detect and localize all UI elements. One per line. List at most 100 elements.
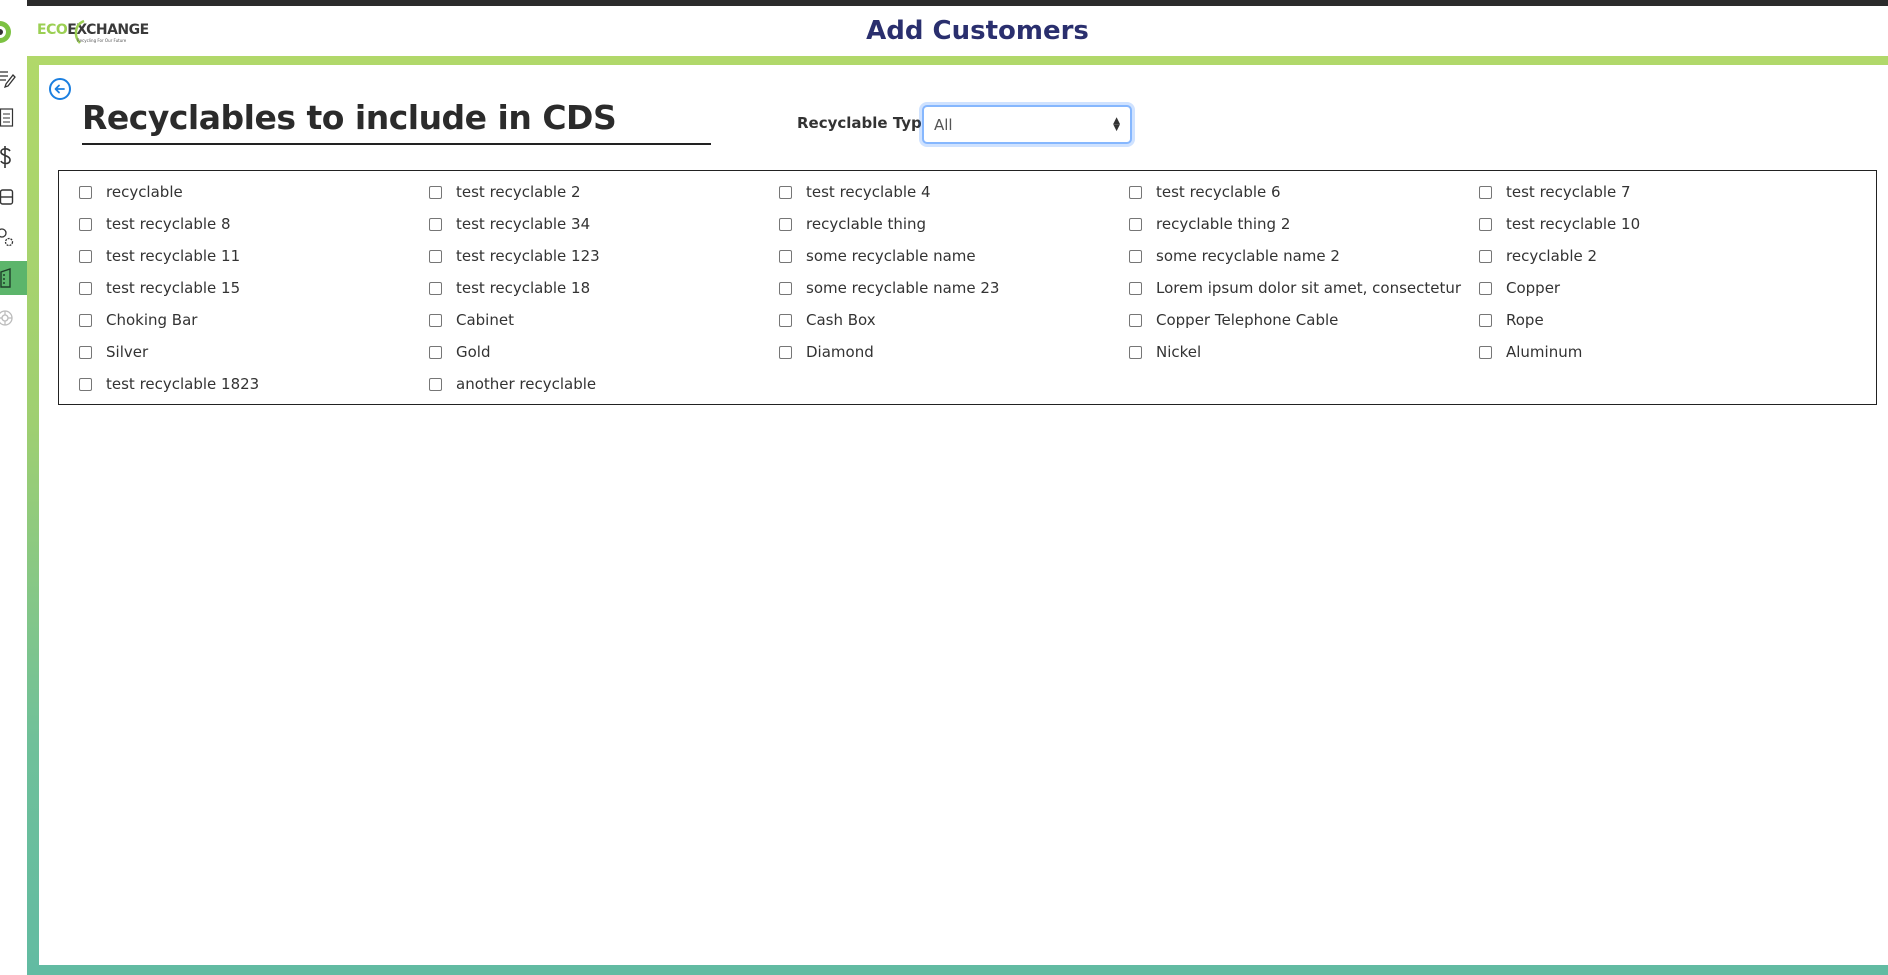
recyclable-checkbox[interactable] xyxy=(79,345,92,359)
recyclable-label: some recyclable name xyxy=(806,247,976,265)
recyclable-checkbox[interactable] xyxy=(79,249,92,263)
recyclable-label: Cabinet xyxy=(456,311,514,329)
recyclable-checkbox[interactable] xyxy=(1479,249,1492,263)
recyclable-checkbox[interactable] xyxy=(79,313,92,327)
recyclable-checkbox[interactable] xyxy=(1479,313,1492,327)
recyclable-label: test recyclable 1823 xyxy=(106,375,260,393)
recyclable-checkbox[interactable] xyxy=(429,249,442,263)
recyclable-checkbox[interactable] xyxy=(779,345,792,359)
recyclable-item[interactable]: some recyclable name 2 xyxy=(1129,246,1340,266)
recyclable-checkbox[interactable] xyxy=(429,185,442,199)
recyclable-label: Cash Box xyxy=(806,311,876,329)
recyclable-label: test recyclable 34 xyxy=(456,215,591,233)
recyclable-item[interactable]: recyclable thing xyxy=(779,214,926,234)
section-title: Recyclables to include in CDS xyxy=(82,98,711,145)
dollar-icon[interactable] xyxy=(0,141,27,173)
recyclable-label: test recyclable 4 xyxy=(806,183,931,201)
recyclable-item[interactable]: Silver xyxy=(79,342,148,362)
recyclable-checkbox[interactable] xyxy=(1479,281,1492,295)
recyclable-checkbox[interactable] xyxy=(779,185,792,199)
recyclable-label: Rope xyxy=(1506,311,1544,329)
recyclable-label: Gold xyxy=(456,343,491,361)
recyclable-item[interactable]: Aluminum xyxy=(1479,342,1582,362)
recyclable-checkbox[interactable] xyxy=(1479,345,1492,359)
recyclable-checkbox[interactable] xyxy=(1129,313,1142,327)
recyclable-label: test recyclable 6 xyxy=(1156,183,1281,201)
recyclable-item[interactable]: test recyclable 15 xyxy=(79,278,240,298)
recyclable-label: test recyclable 2 xyxy=(456,183,581,201)
recyclable-checkbox[interactable] xyxy=(429,377,442,391)
recyclable-label: Diamond xyxy=(806,343,874,361)
recyclable-item[interactable]: Copper Telephone Cable xyxy=(1129,310,1338,330)
document-list-icon[interactable] xyxy=(0,102,27,134)
recyclable-checkbox[interactable] xyxy=(79,185,92,199)
recyclable-item[interactable]: test recyclable 10 xyxy=(1479,214,1640,234)
building-icon[interactable] xyxy=(0,261,27,295)
recyclable-checkbox[interactable] xyxy=(429,217,442,231)
recyclable-item[interactable]: Gold xyxy=(429,342,491,362)
recyclable-checkbox[interactable] xyxy=(429,281,442,295)
recyclable-item[interactable]: some recyclable name 23 xyxy=(779,278,999,298)
recyclable-item[interactable]: Choking Bar xyxy=(79,310,197,330)
recyclable-item[interactable]: test recyclable 1823 xyxy=(79,374,259,394)
recyclable-label: test recyclable 123 xyxy=(456,247,600,265)
edit-list-icon[interactable] xyxy=(0,62,27,94)
recyclable-item[interactable]: test recyclable 11 xyxy=(79,246,240,266)
recyclable-checkbox[interactable] xyxy=(779,281,792,295)
recyclable-item[interactable]: test recyclable 123 xyxy=(429,246,600,266)
recyclable-checkbox[interactable] xyxy=(79,217,92,231)
recyclable-item[interactable]: test recyclable 6 xyxy=(1129,182,1281,202)
recyclable-item[interactable]: test recyclable 8 xyxy=(79,214,231,234)
recyclable-checkbox[interactable] xyxy=(429,313,442,327)
recyclable-item[interactable]: test recyclable 2 xyxy=(429,182,581,202)
recyclable-item[interactable]: another recyclable xyxy=(429,374,596,394)
gears-icon[interactable] xyxy=(0,221,27,253)
recyclable-checkbox[interactable] xyxy=(1129,281,1142,295)
recyclable-checkbox[interactable] xyxy=(779,217,792,231)
recyclable-checkbox[interactable] xyxy=(1479,217,1492,231)
recycle-logo-icon[interactable] xyxy=(0,16,27,48)
card-icon[interactable] xyxy=(0,181,27,213)
recyclable-label: Choking Bar xyxy=(106,311,198,329)
recyclable-checkbox[interactable] xyxy=(779,313,792,327)
recyclable-label: some recyclable name 23 xyxy=(806,279,1000,297)
recyclable-checkbox[interactable] xyxy=(79,281,92,295)
recyclable-label: recyclable thing xyxy=(806,215,927,233)
recyclable-item[interactable]: Copper xyxy=(1479,278,1560,298)
recyclable-label: Copper Telephone Cable xyxy=(1156,311,1339,329)
recyclable-item[interactable]: recyclable 2 xyxy=(1479,246,1597,266)
recyclable-type-select[interactable]: All ▲ ▼ xyxy=(922,105,1132,144)
back-button[interactable] xyxy=(49,78,71,100)
recyclable-checkbox[interactable] xyxy=(79,377,92,391)
recyclable-item[interactable]: test recyclable 4 xyxy=(779,182,931,202)
recyclable-item[interactable]: test recyclable 7 xyxy=(1479,182,1631,202)
recyclable-item[interactable]: some recyclable name xyxy=(779,246,976,266)
recyclable-checkbox[interactable] xyxy=(1479,185,1492,199)
recyclable-label: test recyclable 7 xyxy=(1506,183,1631,201)
recyclable-item[interactable]: test recyclable 18 xyxy=(429,278,590,298)
recyclable-item[interactable]: test recyclable 34 xyxy=(429,214,590,234)
recyclable-checkbox[interactable] xyxy=(1129,217,1142,231)
recycle-wheel-icon[interactable] xyxy=(0,302,27,334)
recyclable-item[interactable]: Cabinet xyxy=(429,310,514,330)
sidebar xyxy=(0,0,27,975)
recyclable-label: Aluminum xyxy=(1506,343,1583,361)
recyclable-item[interactable]: Cash Box xyxy=(779,310,876,330)
recyclable-item[interactable]: recyclable xyxy=(79,182,183,202)
recyclable-checkbox[interactable] xyxy=(1129,345,1142,359)
recyclable-item[interactable]: Lorem ipsum dolor sit amet, consectetur xyxy=(1129,278,1461,298)
recyclable-label: test recyclable 11 xyxy=(106,247,241,265)
recyclable-item[interactable]: Rope xyxy=(1479,310,1544,330)
recyclable-label: test recyclable 18 xyxy=(456,279,591,297)
recyclable-checkbox[interactable] xyxy=(779,249,792,263)
recyclable-item[interactable]: Nickel xyxy=(1129,342,1201,362)
recyclable-type-value: All xyxy=(934,115,953,134)
recyclable-checkbox[interactable] xyxy=(429,345,442,359)
recyclable-item[interactable]: recyclable thing 2 xyxy=(1129,214,1290,234)
select-arrows-icon: ▲ ▼ xyxy=(1113,115,1120,133)
recyclable-label: recyclable xyxy=(106,183,183,201)
recyclable-checkbox[interactable] xyxy=(1129,185,1142,199)
app-header: ECOEXCHANGE Recycling For Our Future Add… xyxy=(27,6,1888,56)
recyclable-item[interactable]: Diamond xyxy=(779,342,874,362)
recyclable-checkbox[interactable] xyxy=(1129,249,1142,263)
